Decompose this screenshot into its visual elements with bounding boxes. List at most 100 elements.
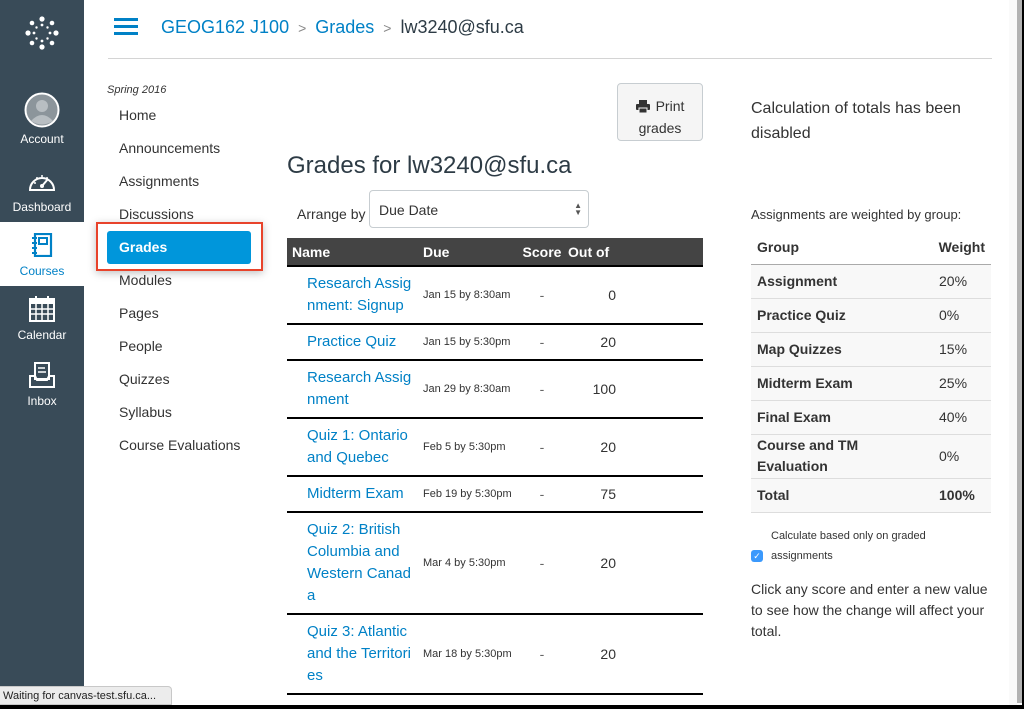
global-nav-account[interactable]: Account bbox=[0, 86, 84, 152]
arrange-by-select[interactable]: Due Date ▲ ▼ bbox=[369, 190, 589, 228]
due-date: Jan 15 by 5:30pm bbox=[418, 324, 518, 361]
total-label: Total bbox=[751, 478, 931, 513]
global-nav-label: Courses bbox=[19, 264, 65, 278]
assignment-link[interactable]: Quiz 3: Atlantic and the Territories bbox=[307, 621, 413, 687]
grades-table: Name Due Score Out of Research Assignmen… bbox=[287, 238, 703, 695]
group-weight: 40% bbox=[931, 400, 991, 435]
column-header-due: Due bbox=[418, 238, 518, 267]
table-row: Midterm Exam Feb 19 by 5:30pm - 75 bbox=[287, 476, 703, 513]
group-weight: 25% bbox=[931, 366, 991, 401]
calendar-icon bbox=[29, 292, 55, 326]
only-graded-option: Calculate based only on graded ✓ assignm… bbox=[751, 530, 991, 562]
page-header: GEOG162 J100 > Grades > lw3240@sfu.ca bbox=[108, 0, 992, 59]
score-cell[interactable]: - bbox=[518, 418, 566, 477]
weighted-by-group-caption: Assignments are weighted by group: bbox=[751, 207, 962, 222]
row-spacer bbox=[616, 512, 703, 615]
grades-table-header: Name Due Score Out of bbox=[287, 238, 703, 267]
course-nav-home[interactable]: Home bbox=[107, 99, 267, 132]
out-of-cell: 0 bbox=[566, 266, 616, 325]
column-header-group: Group bbox=[751, 230, 931, 265]
avatar-icon bbox=[24, 90, 60, 130]
course-nav-course-evaluations[interactable]: Course Evaluations bbox=[107, 429, 267, 462]
course-nav-quizzes[interactable]: Quizzes bbox=[107, 363, 267, 396]
row-spacer bbox=[616, 614, 703, 695]
breadcrumb-current: lw3240@sfu.ca bbox=[400, 17, 524, 37]
global-nav-label: Calendar bbox=[17, 328, 67, 342]
out-of-cell: 20 bbox=[566, 324, 616, 361]
row-spacer bbox=[616, 418, 703, 477]
group-weight: 15% bbox=[931, 332, 991, 367]
course-nav-modules[interactable]: Modules bbox=[107, 264, 267, 297]
due-date: Mar 18 by 5:30pm bbox=[418, 614, 518, 695]
course-nav-assignments[interactable]: Assignments bbox=[107, 165, 267, 198]
course-nav: Spring 2016 Home Announcements Assignmen… bbox=[107, 84, 267, 462]
course-nav-pages[interactable]: Pages bbox=[107, 297, 267, 330]
due-date: Mar 4 by 5:30pm bbox=[418, 512, 518, 615]
table-row: Quiz 2: British Columbia and Western Can… bbox=[287, 512, 703, 615]
page-title: Grades for lw3240@sfu.ca bbox=[287, 152, 572, 179]
window-bottom-edge bbox=[0, 705, 1024, 709]
global-nav-dashboard[interactable]: Dashboard bbox=[0, 158, 84, 222]
notebook-icon bbox=[31, 228, 53, 262]
due-date: Jan 29 by 8:30am bbox=[418, 360, 518, 419]
global-nav-label: Dashboard bbox=[12, 200, 72, 214]
row-spacer bbox=[616, 360, 703, 419]
out-of-cell: 100 bbox=[566, 360, 616, 419]
global-nav-label: Account bbox=[20, 132, 64, 146]
weight-row: Map Quizzes 15% bbox=[751, 332, 991, 367]
score-cell[interactable]: - bbox=[518, 266, 566, 325]
score-cell[interactable]: - bbox=[518, 614, 566, 695]
assignment-link[interactable]: Research Assignment: Signup bbox=[307, 273, 413, 317]
table-row: Practice Quiz Jan 15 by 5:30pm - 20 bbox=[287, 324, 703, 361]
hamburger-menu-icon[interactable] bbox=[114, 18, 138, 36]
breadcrumb-grades[interactable]: Grades bbox=[315, 17, 374, 38]
column-header-name: Name bbox=[287, 238, 418, 267]
group-weight: 0% bbox=[931, 434, 991, 479]
weight-total-row: Total 100% bbox=[751, 478, 991, 513]
out-of-cell: 20 bbox=[566, 614, 616, 695]
inbox-icon bbox=[29, 358, 55, 392]
global-nav-calendar[interactable]: Calendar bbox=[0, 286, 84, 350]
breadcrumb: GEOG162 J100 > Grades > lw3240@sfu.ca bbox=[161, 17, 524, 38]
table-row: Quiz 3: Atlantic and the Territories Mar… bbox=[287, 614, 703, 695]
browser-status-bar: Waiting for canvas-test.sfu.ca... bbox=[0, 686, 172, 705]
group-weights-table: Group Weight Assignment 20% Practice Quiz… bbox=[751, 230, 991, 513]
print-grades-button[interactable]: Print grades bbox=[617, 83, 703, 141]
print-label-line1: Print bbox=[655, 97, 685, 114]
course-nav-discussions[interactable]: Discussions bbox=[107, 198, 267, 231]
only-graded-label-line1: Calculate based only on graded bbox=[771, 530, 926, 542]
printer-icon bbox=[635, 98, 650, 118]
assignment-link[interactable]: Quiz 1: Ontario and Quebec bbox=[307, 425, 413, 469]
course-nav-grades[interactable]: Grades bbox=[107, 231, 251, 264]
only-graded-checkbox[interactable]: ✓ bbox=[751, 550, 763, 562]
arrange-by-label: Arrange by bbox=[297, 206, 366, 222]
canvas-logo-icon[interactable] bbox=[0, 10, 84, 56]
column-header-out-of: Out of bbox=[566, 238, 616, 267]
only-graded-label-line2: assignments bbox=[771, 550, 833, 562]
course-nav-people[interactable]: People bbox=[107, 330, 267, 363]
due-date: Feb 5 by 5:30pm bbox=[418, 418, 518, 477]
score-cell[interactable]: - bbox=[518, 476, 566, 513]
select-arrows-icon: ▲ ▼ bbox=[574, 201, 582, 217]
weight-row: Final Exam 40% bbox=[751, 400, 991, 435]
global-nav-courses[interactable]: Courses bbox=[0, 222, 84, 286]
assignment-link[interactable]: Practice Quiz bbox=[307, 331, 413, 353]
score-cell[interactable]: - bbox=[518, 512, 566, 615]
breadcrumb-separator: > bbox=[298, 19, 307, 36]
column-header-spacer bbox=[616, 238, 703, 267]
global-nav-inbox[interactable]: Inbox bbox=[0, 352, 84, 416]
group-name: Assignment bbox=[751, 264, 931, 299]
assignment-link[interactable]: Quiz 2: British Columbia and Western Can… bbox=[307, 519, 413, 607]
assignment-link[interactable]: Research Assignment bbox=[307, 367, 413, 411]
course-nav-syllabus[interactable]: Syllabus bbox=[107, 396, 267, 429]
scrollbar-track[interactable] bbox=[1009, 0, 1017, 709]
score-cell[interactable]: - bbox=[518, 360, 566, 419]
assignment-link[interactable]: Midterm Exam bbox=[307, 483, 413, 505]
score-cell[interactable]: - bbox=[518, 324, 566, 361]
global-nav: Account Dashboard Courses Calendar Inbox bbox=[0, 0, 84, 709]
course-nav-announcements[interactable]: Announcements bbox=[107, 132, 267, 165]
breadcrumb-separator: > bbox=[383, 19, 392, 36]
weight-row: Midterm Exam 25% bbox=[751, 366, 991, 401]
term-label: Spring 2016 bbox=[107, 84, 167, 96]
breadcrumb-course[interactable]: GEOG162 J100 bbox=[161, 17, 289, 38]
